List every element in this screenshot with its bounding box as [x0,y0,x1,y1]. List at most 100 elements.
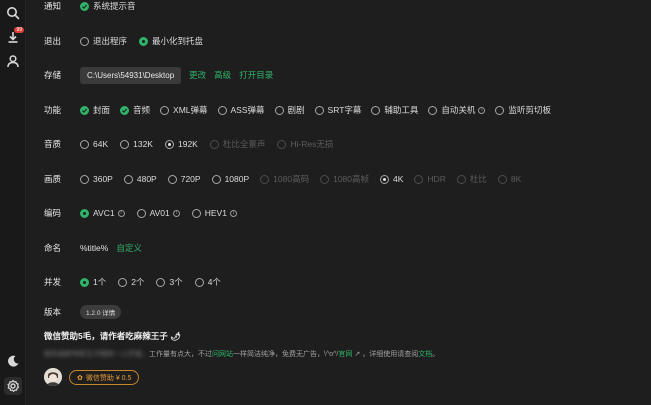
radio-icon [211,174,221,184]
naming-custom-link[interactable]: 自定义 [116,242,142,254]
video-option-label: 720P [180,174,201,184]
video-option[interactable]: 1080高帧 [320,173,369,185]
feature-clip[interactable]: 剧剧 [274,104,305,116]
naming-template-field[interactable]: %title% [80,243,108,253]
radio-selected-icon [139,36,149,46]
feature-label: 辅助工具 [384,105,419,115]
version-badge[interactable]: 1.2.0 详情 [80,305,122,319]
info-icon[interactable]: i [229,209,237,217]
feature-ass-danmaku[interactable]: ASS弹幕 [217,104,265,116]
concurrency-option[interactable]: 3个 [156,276,183,288]
radio-selected-icon [80,277,89,287]
audio-option[interactable]: 192K [164,139,198,149]
storage-open-folder-link[interactable]: 打开目录 [239,69,273,81]
feature-label: 监听剪切板 [508,105,551,115]
audio-option[interactable]: 64K [80,139,108,149]
docs-link[interactable]: 文档 [418,349,432,359]
radio-icon [118,277,128,287]
features-label: 功能 [44,105,62,115]
storage-change-link[interactable]: 更改 [189,69,206,81]
concurrency-option[interactable]: 4个 [194,276,221,288]
feature-label: 封面 [93,105,111,115]
concurrency-option[interactable]: 2个 [118,276,144,288]
official-site-link[interactable]: 官网 [338,349,352,359]
search-icon[interactable] [4,4,22,22]
gear-icon[interactable] [4,377,22,395]
codec-option-label: AVC1 [93,208,115,218]
info-icon[interactable]: i [478,106,486,114]
radio-icon [414,174,424,184]
feature-auto-shutdown[interactable]: 自动关机 i [428,104,486,116]
radio-icon [80,36,89,46]
audio-option-label: 132K [133,139,153,149]
moon-icon[interactable] [4,352,22,370]
radio-selected-icon [380,174,390,184]
audio-row: 音质 64K 132K 192K 杜比全景声 Hi-Res无损 [44,136,641,152]
video-option[interactable]: 360P [80,174,113,184]
download-icon[interactable]: 99 [4,27,24,46]
radio-icon [120,139,130,149]
video-row: 画质 360P 480P 720P 1080P 1080高码 1080高帧 4K… [44,171,641,187]
radio-icon [277,139,287,149]
feature-cover[interactable]: 封面 [80,104,110,116]
radio-icon [80,174,89,184]
donate-description: 软件由轩年轩王子陪伴一人开发， 工作量有点大，不过 问网站 一样简洁纯净，免费无… [44,349,439,359]
video-option-label: 1080高码 [273,174,310,184]
feature-audio[interactable]: 音频 [120,104,150,116]
naming-row: 命名 %title% 自定义 [44,240,641,256]
exit-option-tray[interactable]: 最小化到托盘 [139,35,203,47]
feature-label: ASS弹幕 [230,105,265,115]
radio-icon [209,139,219,149]
checkbox-icon [371,105,381,115]
concurrency-option[interactable]: 1个 [80,276,106,288]
video-option-label: 480P [136,174,157,184]
concurrency-option-label: 2个 [131,277,145,287]
video-option-label: 4K [393,174,404,184]
video-option[interactable]: 480P [123,174,157,184]
video-option[interactable]: 1080高码 [260,173,309,185]
concurrency-row: 并发 1个 2个 3个 4个 [44,274,641,290]
exit-row: 退出 退出程序 最小化到托盘 [44,33,641,49]
codec-option[interactable]: AV01 i [136,208,180,218]
radio-selected-icon [80,208,89,218]
audio-option[interactable]: Hi-Res无损 [277,138,333,150]
feature-clipboard[interactable]: 监听剪切板 [495,104,551,116]
audio-option[interactable]: 杜比全景声 [209,138,265,150]
wechat-icon: ✿ [77,374,83,382]
video-option[interactable]: 8K [497,174,521,184]
exit-label: 退出 [44,36,62,46]
storage-label: 存储 [44,70,62,80]
codec-row: 编码 AVC1 i AV01 i HEV1 i [44,205,641,221]
info-icon[interactable]: i [117,209,125,217]
wechat-donate-button[interactable]: ✿ 微信赞助 ¥ 0.5 [69,370,140,385]
author-avatar [44,368,62,386]
checkbox-icon [314,105,324,115]
donate-button-label: 微信赞助 ¥ 0.5 [85,374,132,382]
feature-xml-danmaku[interactable]: XML弹幕 [160,104,208,116]
video-option[interactable]: 720P [167,174,201,184]
notify-sound-checkbox[interactable]: 系统提示音 [80,0,136,12]
codec-option[interactable]: HEV1 i [191,208,237,218]
info-icon[interactable]: i [172,209,180,217]
video-option-label: 1080P [224,174,250,184]
radio-icon [156,277,166,287]
codec-option[interactable]: AVC1 i [80,208,125,218]
checkbox-icon [274,105,284,115]
description-link[interactable]: 问网站 [212,349,233,359]
video-option[interactable]: HDR [414,174,446,184]
feature-srt[interactable]: SRT字幕 [314,104,361,116]
video-option[interactable]: 杜比 [456,173,487,185]
version-label: 版本 [44,307,62,317]
exit-option-quit[interactable]: 退出程序 [80,35,127,47]
video-option[interactable]: 1080P [211,174,250,184]
download-badge: 99 [14,27,24,33]
checkbox-icon [428,105,438,115]
audio-option[interactable]: 132K [120,139,153,149]
feature-tools[interactable]: 辅助工具 [371,104,418,116]
storage-advanced-link[interactable]: 高级 [214,69,231,81]
user-icon[interactable] [4,52,22,70]
video-option[interactable]: 4K [380,174,403,184]
storage-path-field[interactable]: C:\Users\54931\Desktop [80,66,182,84]
codec-option-label: AV01 [149,208,170,218]
video-option-label: 1080高帧 [333,174,370,184]
